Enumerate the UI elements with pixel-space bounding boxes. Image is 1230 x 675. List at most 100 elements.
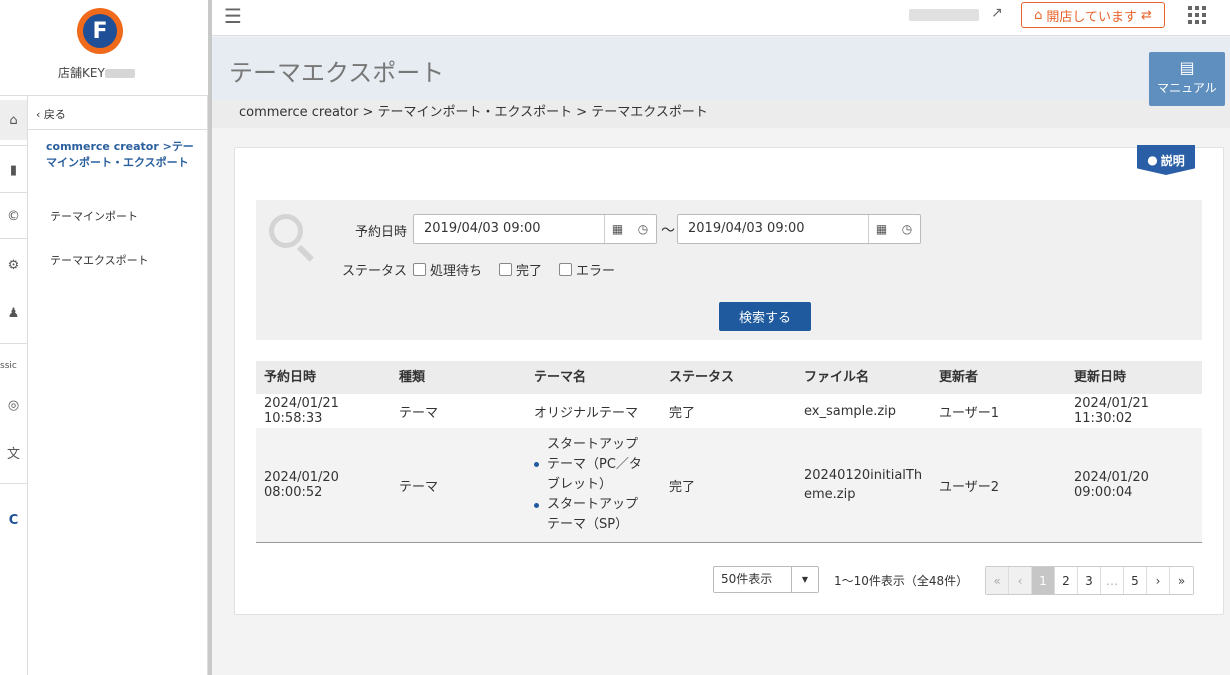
cell-user: ユーザー1 xyxy=(939,405,1000,421)
cell-status: 完了 xyxy=(669,479,696,495)
swap-icon: ⇄ xyxy=(1140,7,1152,23)
date-from-value: 2019/04/03 09:00 xyxy=(424,221,541,236)
column-header: 更新者 xyxy=(939,370,979,385)
page-button[interactable]: 3 xyxy=(1078,567,1101,594)
table-header: 予約日時 種類 テーマ名 ステータス ファイル名 更新者 更新日時 xyxy=(256,361,1202,394)
table-row: 2024/01/21 10:58:33 テーマ オリジナルテーマ 完了 ex_s… xyxy=(256,394,1202,428)
explain-button[interactable]: ● 説明 xyxy=(1137,145,1195,175)
cell-file: 20240120initialTheme.zip xyxy=(804,468,923,502)
explain-label: 説明 xyxy=(1160,153,1185,168)
store-icon: ⌂ xyxy=(1034,7,1043,23)
language-icon[interactable]: 文 xyxy=(0,432,27,472)
result-summary: 1～10件表示（全48件） xyxy=(834,574,969,588)
cell-file: ex_sample.zip xyxy=(804,403,897,419)
cell-updated: 2024/01/20 09:00:04 xyxy=(1074,470,1149,500)
date-to-value: 2019/04/03 09:00 xyxy=(688,221,805,236)
cell-theme: オリジナルテーマ xyxy=(534,405,639,421)
gear-icon[interactable]: ⚙ xyxy=(0,245,27,285)
design-icon[interactable]: ◎ xyxy=(0,385,27,425)
rail-divider xyxy=(0,145,27,146)
range-separator: ～ xyxy=(661,223,675,239)
book-icon: ▤ xyxy=(1179,58,1195,77)
cell-type: テーマ xyxy=(399,405,439,421)
calendar-icon[interactable]: ▦ xyxy=(604,215,630,243)
column-header: 種類 xyxy=(399,370,426,385)
rail-divider xyxy=(0,192,27,193)
store-key: 店舗KEY xyxy=(58,64,135,81)
page-ellipsis: … xyxy=(1101,567,1124,594)
reserved-date-label: 予約日時 xyxy=(355,225,408,240)
next-page-icon[interactable]: › xyxy=(1147,567,1170,594)
clock-icon[interactable]: ◷ xyxy=(894,215,920,243)
hamburger-menu-icon[interactable]: ☰ xyxy=(224,4,242,28)
back-label: 戻る xyxy=(43,108,66,121)
pagination: « ‹ 1 2 3 … 5 › » xyxy=(985,566,1194,595)
date-to-field[interactable]: 2019/04/03 09:00 ▦ ◷ xyxy=(677,214,921,244)
cell-type: テーマ xyxy=(399,479,439,495)
search-panel: 予約日時 2019/04/03 09:00 ▦ ◷ ～ 2019/04/03 0… xyxy=(256,200,1202,340)
sidebar: F 店舗KEY ‹ 戻る commerce creator >テーマインポート・… xyxy=(0,0,208,675)
status-label: ステータス xyxy=(342,264,408,279)
cell-reserved: 2024/01/20 08:00:52 xyxy=(264,470,339,500)
prev-page-icon[interactable]: ‹ xyxy=(1009,567,1032,594)
search-button[interactable]: 検索する xyxy=(719,302,811,331)
external-link-icon[interactable]: ↗ xyxy=(991,5,1003,21)
column-header: 予約日時 xyxy=(264,370,317,385)
page-button[interactable]: 5 xyxy=(1124,567,1147,594)
lightbulb-icon: ● xyxy=(1147,153,1158,167)
cell-updated: 2024/01/21 11:30:02 xyxy=(1074,396,1149,426)
theme-list-item: スタートアップテーマ（PC／タブレット） xyxy=(534,435,649,495)
store-open-toggle[interactable]: ⌂ 開店しています ⇄ xyxy=(1021,2,1165,28)
calendar-icon[interactable]: ▦ xyxy=(868,215,894,243)
first-page-icon[interactable]: « xyxy=(986,567,1009,594)
cell-theme: スタートアップテーマ（PC／タブレット） スタートアップテーマ（SP） xyxy=(526,428,661,542)
apps-grid-icon[interactable] xyxy=(1188,6,1206,24)
rail-divider xyxy=(0,483,27,484)
manual-button[interactable]: ▤ マニュアル xyxy=(1149,52,1225,106)
rail-divider xyxy=(0,238,27,239)
back-link[interactable]: ‹ 戻る xyxy=(36,106,66,122)
content-card: ● 説明 予約日時 2019/04/03 09:00 ▦ ◷ ～ 2019/04… xyxy=(234,145,1224,615)
per-page-value: 50件表示 xyxy=(721,572,773,586)
clock-icon[interactable]: ◷ xyxy=(630,215,656,243)
classic-label: lassic xyxy=(0,361,17,371)
date-from-field[interactable]: 2019/04/03 09:00 ▦ ◷ xyxy=(413,214,657,244)
last-page-icon[interactable]: » xyxy=(1170,567,1193,594)
home-icon[interactable]: ⌂ xyxy=(0,100,27,140)
breadcrumb: commerce creator > テーマインポート・エクスポート > テーマ… xyxy=(212,100,1230,128)
export-table: 予約日時 種類 テーマ名 ステータス ファイル名 更新者 更新日時 2024/0… xyxy=(256,361,1202,543)
cell-status: 完了 xyxy=(669,405,696,421)
rail-divider xyxy=(0,343,27,344)
open-status-label: 開店しています xyxy=(1046,9,1137,25)
user-settings-icon[interactable]: ♟ xyxy=(0,293,27,333)
page-button[interactable]: 2 xyxy=(1055,567,1078,594)
column-header: ステータス xyxy=(669,370,735,385)
page-title: テーマエクスポート xyxy=(229,59,445,87)
analytics-icon[interactable]: ▮ xyxy=(0,150,27,190)
sidebar-item-theme-export[interactable]: テーマエクスポート xyxy=(50,252,149,268)
search-icon xyxy=(269,214,314,262)
status-pending-checkbox[interactable]: 処理待ち xyxy=(413,260,482,279)
brand-logo[interactable]: F xyxy=(77,8,123,54)
column-header: ファイル名 xyxy=(804,370,870,385)
user-name xyxy=(909,9,979,21)
cc-logo-icon[interactable]: C xyxy=(0,500,27,540)
manual-label: マニュアル xyxy=(1157,81,1217,95)
page-button[interactable]: 1 xyxy=(1032,567,1055,594)
commerce-creator-icon[interactable]: © xyxy=(0,196,27,236)
status-done-checkbox[interactable]: 完了 xyxy=(499,260,542,279)
icon-rail: ⌂ ▮ © ⚙ ♟ lassic ◎ 文 C xyxy=(0,0,28,675)
status-error-checkbox[interactable]: エラー xyxy=(559,260,615,279)
chevron-down-icon: ▼ xyxy=(791,567,818,592)
topbar: ☰ ↗ ⌂ 開店しています ⇄ xyxy=(212,0,1230,36)
column-header: 更新日時 xyxy=(1074,370,1127,385)
column-header: テーマ名 xyxy=(534,370,587,385)
per-page-select[interactable]: 50件表示 ▼ xyxy=(713,566,819,593)
theme-list-item: スタートアップテーマ（SP） xyxy=(534,495,649,535)
sidebar-item-theme-import[interactable]: テーマインポート xyxy=(50,208,138,224)
cell-reserved: 2024/01/21 10:58:33 xyxy=(264,396,339,426)
table-row: 2024/01/20 08:00:52 テーマ スタートアップテーマ（PC／タブ… xyxy=(256,428,1202,543)
page-header: テーマエクスポート ▤ マニュアル xyxy=(212,37,1230,106)
logo-area: F 店舗KEY xyxy=(0,0,208,96)
sidebar-section-title[interactable]: commerce creator >テーマインポート・エクスポート xyxy=(46,139,196,171)
